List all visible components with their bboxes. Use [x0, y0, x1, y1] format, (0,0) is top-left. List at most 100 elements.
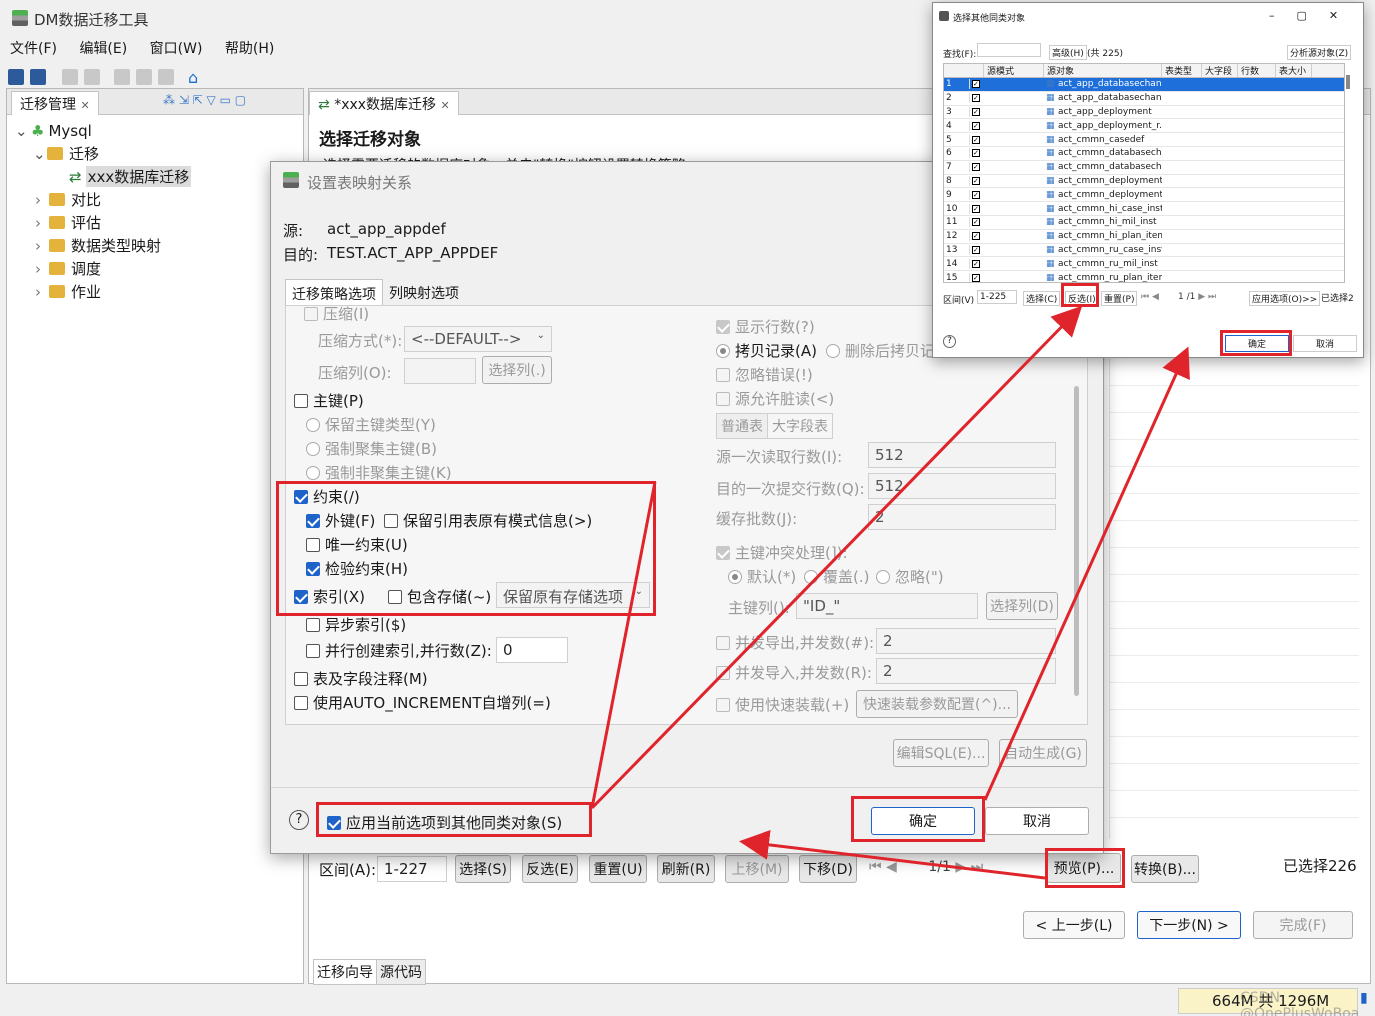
- compress-mode-select[interactable]: <--DEFAULT--> ⌄: [404, 326, 552, 352]
- auto-increment-checkbox[interactable]: [294, 696, 308, 710]
- tab-strategy[interactable]: 迁移策略选项: [285, 279, 383, 308]
- row-checkbox[interactable]: ✓: [970, 204, 984, 214]
- redo-icon[interactable]: [84, 69, 100, 85]
- reset-button[interactable]: 重置(P): [1101, 291, 1138, 306]
- col-table-type[interactable]: 表类型: [1162, 64, 1202, 77]
- col-src-object[interactable]: 源对象: [1044, 64, 1162, 77]
- row-checkbox[interactable]: ✓: [970, 231, 984, 241]
- pager[interactable]: ⏮ ◀ 1/1 ▶ ⏭: [869, 859, 983, 875]
- save-icon[interactable]: [8, 69, 24, 85]
- parallel-export-input[interactable]: 2: [876, 628, 1056, 654]
- tab-lob-table[interactable]: 大字段表: [768, 413, 833, 439]
- delete-copy-radio[interactable]: [826, 344, 840, 358]
- pager[interactable]: ⏮ ◀ 1 /1 ▶ ⏭: [1141, 292, 1216, 302]
- force-cluster-radio[interactable]: [306, 442, 320, 456]
- col-lob[interactable]: 大字段: [1202, 64, 1238, 77]
- table-row[interactable]: 15✓ ▦act_cmmn_ru_plan_item...: [944, 271, 1344, 282]
- table-row[interactable]: 6✓ ▦act_cmmn_databasecha...: [944, 147, 1344, 161]
- force-noncluster-radio[interactable]: [306, 466, 320, 480]
- range-input[interactable]: 1-225: [977, 290, 1017, 304]
- table-row[interactable]: 3 ✓ ▦ act_app_deployment: [944, 106, 1344, 120]
- table-row[interactable]: 2 ✓ ▦ act_app_databasechan...: [944, 92, 1344, 106]
- dirty-read-checkbox[interactable]: [716, 392, 730, 406]
- row-checkbox[interactable]: ✓: [970, 176, 984, 186]
- convert-button[interactable]: 转换(B)...: [1131, 855, 1199, 883]
- row-checkbox[interactable]: ✓: [970, 190, 984, 200]
- row-checkbox[interactable]: ✓: [970, 148, 984, 158]
- table-row[interactable]: 9 ✓ ▦ act_cmmn_deployment_: [944, 188, 1344, 203]
- row-checkbox[interactable]: ✓: [970, 79, 984, 89]
- panel-tool-icons[interactable]: ⁂ ⇲ ⇱ ▽ ▭ ▢: [163, 93, 246, 107]
- pk-conflict-checkbox[interactable]: [716, 546, 730, 560]
- menu-window[interactable]: 窗口(W): [150, 41, 203, 57]
- help-icon[interactable]: ?: [943, 335, 956, 348]
- tree-item-job[interactable]: ⇄ xxx数据库迁移: [7, 165, 303, 188]
- tree-item-migrate[interactable]: ⌄ 迁移: [7, 142, 303, 165]
- ignore-error-checkbox[interactable]: [716, 368, 730, 382]
- cut-icon[interactable]: [114, 69, 130, 85]
- default-radio[interactable]: [728, 570, 742, 584]
- menu-edit[interactable]: 编辑(E): [79, 41, 127, 57]
- select-col-button[interactable]: 选择列(.): [482, 356, 552, 384]
- row-checkbox[interactable]: ✓: [970, 273, 984, 282]
- trash-icon[interactable]: ▮: [1360, 990, 1368, 1006]
- tab-migration-job[interactable]: ⇄ *xxx数据库迁移 ✕: [309, 91, 459, 115]
- parallel-count-input[interactable]: 0: [496, 637, 568, 663]
- copy-icon[interactable]: [136, 69, 152, 85]
- table-row[interactable]: 7✓ ▦act_cmmn_databasecha...: [944, 161, 1344, 175]
- col-rows[interactable]: 行数: [1238, 64, 1276, 77]
- tab-normal-table[interactable]: 普通表: [716, 413, 768, 439]
- copy-records-radio[interactable]: [716, 344, 730, 358]
- parallel-export-checkbox[interactable]: [716, 636, 730, 650]
- table-row[interactable]: 4 ✓ ▦ act_app_deployment_r...: [944, 119, 1344, 134]
- menu-file[interactable]: 文件(F): [10, 41, 57, 57]
- parallel-index-checkbox[interactable]: [306, 644, 320, 658]
- col-src-schema[interactable]: 源模式: [984, 64, 1044, 77]
- overwrite-radio[interactable]: [804, 570, 818, 584]
- parallel-import-input[interactable]: 2: [876, 658, 1056, 684]
- col-table-size[interactable]: 表大小: [1276, 64, 1312, 77]
- table-row[interactable]: 5 ✓ ▦ act_cmmn_casedef: [944, 133, 1344, 147]
- next-step-button[interactable]: 下一步(N) >: [1137, 911, 1241, 939]
- table-row[interactable]: 11 ✓ ▦ act_cmmn_hi_mil_inst: [944, 216, 1344, 230]
- move-down-button[interactable]: 下移(D): [799, 855, 857, 883]
- undo-icon[interactable]: [62, 69, 78, 85]
- pk-select-col-button[interactable]: 选择列(D): [986, 592, 1058, 620]
- help-icon[interactable]: ?: [289, 810, 309, 830]
- advanced-button[interactable]: 高级(H): [1049, 45, 1087, 60]
- move-up-button[interactable]: 上移(M): [725, 855, 789, 883]
- tab-wizard[interactable]: 迁移向导: [313, 959, 377, 985]
- show-rows-checkbox[interactable]: [716, 320, 730, 334]
- dialog-cancel-button[interactable]: 取消: [985, 807, 1089, 835]
- tree-item-jobs[interactable]: › 作业: [7, 280, 303, 303]
- table-row[interactable]: 13 ✓ ▦ act_cmmn_ru_case_inst: [944, 244, 1344, 258]
- cache-batch-input[interactable]: 2: [868, 504, 1056, 530]
- auto-generate-button[interactable]: 自动生成(G): [999, 739, 1087, 767]
- analyze-button[interactable]: 分析源对象(Z): [1287, 45, 1352, 60]
- tree-item-type-mapping[interactable]: › 数据类型映射: [7, 234, 303, 257]
- finish-button[interactable]: 完成(F): [1253, 911, 1353, 939]
- fast-load-config-button[interactable]: 快速装载参数配置(^)...: [856, 690, 1018, 718]
- table-row[interactable]: 1 ✓ ▦ act_app_databasechan...: [944, 78, 1344, 92]
- tree-item-schedule[interactable]: › 调度: [7, 257, 303, 280]
- range-input[interactable]: 1-227: [377, 856, 447, 882]
- tab-migration-manager[interactable]: 迁移管理 ✕: [11, 91, 99, 115]
- async-index-checkbox[interactable]: [306, 618, 320, 632]
- keep-pk-radio[interactable]: [306, 418, 320, 432]
- row-checkbox[interactable]: ✓: [970, 107, 984, 117]
- row-checkbox[interactable]: ✓: [970, 135, 984, 145]
- reset-button[interactable]: 重置(U): [589, 855, 647, 883]
- close-icon[interactable]: ✕: [80, 99, 89, 112]
- table-row[interactable]: 10 ✓ ▦ act_cmmn_hi_case_inst: [944, 202, 1344, 216]
- window-controls[interactable]: –▢✕: [1269, 9, 1360, 22]
- compress-col-input[interactable]: [404, 358, 476, 384]
- tree-item-evaluate[interactable]: › 评估: [7, 211, 303, 234]
- row-checkbox[interactable]: ✓: [970, 162, 984, 172]
- table-row[interactable]: 8 ✓ ▦ act_cmmn_deployment: [944, 175, 1344, 189]
- primary-key-checkbox[interactable]: [294, 394, 308, 408]
- refresh-button[interactable]: 刷新(R): [657, 855, 715, 883]
- find-input[interactable]: [977, 43, 1041, 57]
- save-all-icon[interactable]: [30, 69, 46, 85]
- comment-checkbox[interactable]: [294, 672, 308, 686]
- prev-step-button[interactable]: < 上一步(L): [1023, 911, 1125, 939]
